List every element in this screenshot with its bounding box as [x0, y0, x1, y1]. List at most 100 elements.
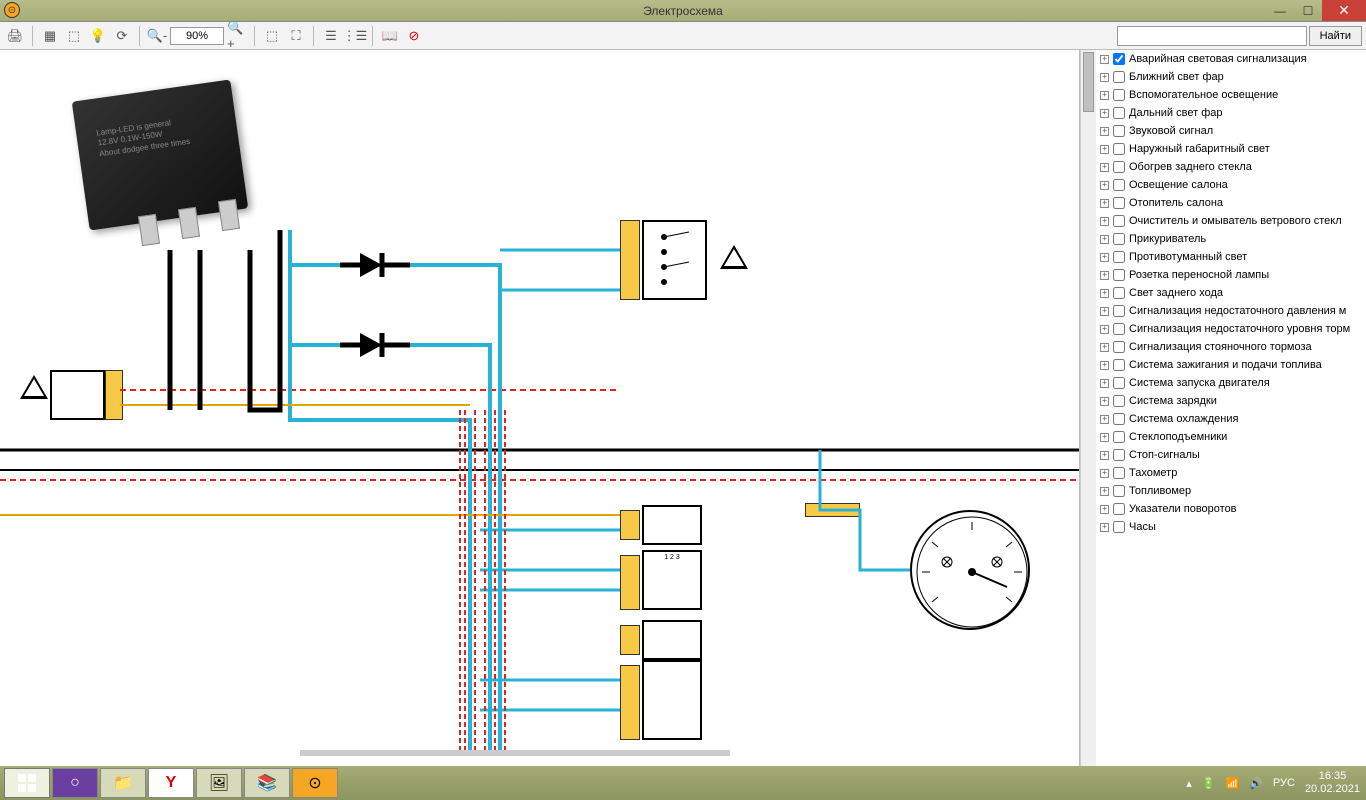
- expand-icon[interactable]: +: [1100, 415, 1109, 424]
- grid-icon[interactable]: ▦: [39, 25, 61, 47]
- expand-icon[interactable]: +: [1100, 163, 1109, 172]
- expand-icon[interactable]: +: [1100, 199, 1109, 208]
- expand-icon[interactable]: +: [1100, 361, 1109, 370]
- tree-item[interactable]: +Указатели поворотов: [1096, 500, 1366, 518]
- tree-checkbox[interactable]: [1113, 341, 1125, 353]
- task-pictures[interactable]: 🖼: [196, 768, 242, 798]
- tray-up-icon[interactable]: ▴: [1186, 777, 1192, 790]
- tree-checkbox[interactable]: [1113, 359, 1125, 371]
- tree-item[interactable]: +Противотуманный свет: [1096, 248, 1366, 266]
- tree-item[interactable]: +Стеклоподъемники: [1096, 428, 1366, 446]
- expand-icon[interactable]: +: [1100, 469, 1109, 478]
- tree-item[interactable]: +Свет заднего хода: [1096, 284, 1366, 302]
- print-icon[interactable]: 🖨: [4, 25, 26, 47]
- task-winrar[interactable]: 📚: [244, 768, 290, 798]
- expand-icon[interactable]: +: [1100, 379, 1109, 388]
- tree-item[interactable]: +Часы: [1096, 518, 1366, 536]
- tree-checkbox[interactable]: [1113, 503, 1125, 515]
- tree-checkbox[interactable]: [1113, 197, 1125, 209]
- tree-item[interactable]: +Стоп-сигналы: [1096, 446, 1366, 464]
- expand-icon[interactable]: +: [1100, 523, 1109, 532]
- diagram-canvas[interactable]: Lamp-LED is general 12.8V 0.1W-150W Abou…: [0, 50, 1080, 766]
- tree-checkbox[interactable]: [1113, 485, 1125, 497]
- task-app[interactable]: ⊙: [292, 768, 338, 798]
- tree-checkbox[interactable]: [1113, 53, 1125, 65]
- tree-checkbox[interactable]: [1113, 233, 1125, 245]
- expand-icon[interactable]: +: [1100, 343, 1109, 352]
- task-yandex[interactable]: Y: [148, 768, 194, 798]
- refresh-icon[interactable]: ⟳: [111, 25, 133, 47]
- tree-item[interactable]: +Очиститель и омыватель ветрового стекл: [1096, 212, 1366, 230]
- expand-icon[interactable]: +: [1100, 217, 1109, 226]
- scrollbar-thumb[interactable]: [1083, 52, 1094, 112]
- tree-checkbox[interactable]: [1113, 161, 1125, 173]
- tree-checkbox[interactable]: [1113, 71, 1125, 83]
- tree-checkbox[interactable]: [1113, 89, 1125, 101]
- tree-item[interactable]: +Вспомогательное освещение: [1096, 86, 1366, 104]
- search-input[interactable]: [1117, 26, 1307, 46]
- tree-item[interactable]: +Отопитель салона: [1096, 194, 1366, 212]
- expand-icon[interactable]: +: [1100, 325, 1109, 334]
- zoom-input[interactable]: [170, 27, 224, 45]
- zoom-in-icon[interactable]: 🔍+: [226, 25, 248, 47]
- tree-item[interactable]: +Аварийная световая сигнализация: [1096, 50, 1366, 68]
- zoom-out-icon[interactable]: 🔍-: [146, 25, 168, 47]
- expand-icon[interactable]: +: [1100, 307, 1109, 316]
- tree-checkbox[interactable]: [1113, 251, 1125, 263]
- expand-icon[interactable]: +: [1100, 289, 1109, 298]
- select-icon[interactable]: ⬚: [261, 25, 283, 47]
- tree-checkbox[interactable]: [1113, 377, 1125, 389]
- task-explorer[interactable]: 📁: [100, 768, 146, 798]
- expand-icon[interactable]: +: [1100, 181, 1109, 190]
- expand-icon[interactable]: +: [1100, 433, 1109, 442]
- tree-checkbox[interactable]: [1113, 215, 1125, 227]
- lightbulb-icon[interactable]: 💡: [87, 25, 109, 47]
- tree-item[interactable]: +Система зарядки: [1096, 392, 1366, 410]
- tray-volume-icon[interactable]: 🔊: [1249, 777, 1263, 790]
- expand-icon[interactable]: +: [1100, 487, 1109, 496]
- tree-item[interactable]: +Система охлаждения: [1096, 410, 1366, 428]
- tree-checkbox[interactable]: [1113, 269, 1125, 281]
- dotted-box-icon[interactable]: ⬚: [63, 25, 85, 47]
- tray-language[interactable]: РУС: [1273, 777, 1295, 789]
- maximize-button[interactable]: ☐: [1294, 0, 1322, 21]
- tree-item[interactable]: +Дальний свет фар: [1096, 104, 1366, 122]
- tree-item[interactable]: +Ближний свет фар: [1096, 68, 1366, 86]
- tree-checkbox[interactable]: [1113, 287, 1125, 299]
- book-icon[interactable]: 📖: [379, 25, 401, 47]
- tree-item[interactable]: +Обогрев заднего стекла: [1096, 158, 1366, 176]
- tray-clock[interactable]: 16:35 20.02.2021: [1305, 770, 1360, 796]
- tree-checkbox[interactable]: [1113, 125, 1125, 137]
- tree-item[interactable]: +Звуковой сигнал: [1096, 122, 1366, 140]
- tree-checkbox[interactable]: [1113, 143, 1125, 155]
- expand-icon[interactable]: +: [1100, 55, 1109, 64]
- tree-item[interactable]: +Тахометр: [1096, 464, 1366, 482]
- expand-icon[interactable]: +: [1100, 253, 1109, 262]
- find-button[interactable]: Найти: [1309, 26, 1362, 46]
- expand-icon[interactable]: +: [1100, 271, 1109, 280]
- expand-icon[interactable]: +: [1100, 127, 1109, 136]
- tree-checkbox[interactable]: [1113, 323, 1125, 335]
- expand-icon[interactable]: +: [1100, 235, 1109, 244]
- tree-checkbox[interactable]: [1113, 179, 1125, 191]
- tree-checkbox[interactable]: [1113, 305, 1125, 317]
- expand-icon[interactable]: +: [1100, 73, 1109, 82]
- tree-item[interactable]: +Сигнализация недостаточного уровня торм: [1096, 320, 1366, 338]
- tree-item[interactable]: +Наружный габаритный свет: [1096, 140, 1366, 158]
- tree-checkbox[interactable]: [1113, 449, 1125, 461]
- minimize-button[interactable]: —: [1266, 0, 1294, 21]
- expand-icon[interactable]: +: [1100, 91, 1109, 100]
- expand-icon[interactable]: +: [1100, 145, 1109, 154]
- tree-checkbox[interactable]: [1113, 521, 1125, 533]
- task-browser[interactable]: ○: [52, 768, 98, 798]
- close-button[interactable]: ✕: [1322, 0, 1366, 21]
- tray-battery-icon[interactable]: 🔋: [1202, 777, 1216, 790]
- tree-checkbox[interactable]: [1113, 431, 1125, 443]
- start-button[interactable]: [4, 768, 50, 798]
- tree-item[interactable]: +Система запуска двигателя: [1096, 374, 1366, 392]
- tree-item[interactable]: +Сигнализация недостаточного давления м: [1096, 302, 1366, 320]
- tree-checkbox[interactable]: [1113, 413, 1125, 425]
- tree-item[interactable]: +Сигнализация стояночного тормоза: [1096, 338, 1366, 356]
- expand-icon[interactable]: +: [1100, 397, 1109, 406]
- expand-icon[interactable]: +: [1100, 505, 1109, 514]
